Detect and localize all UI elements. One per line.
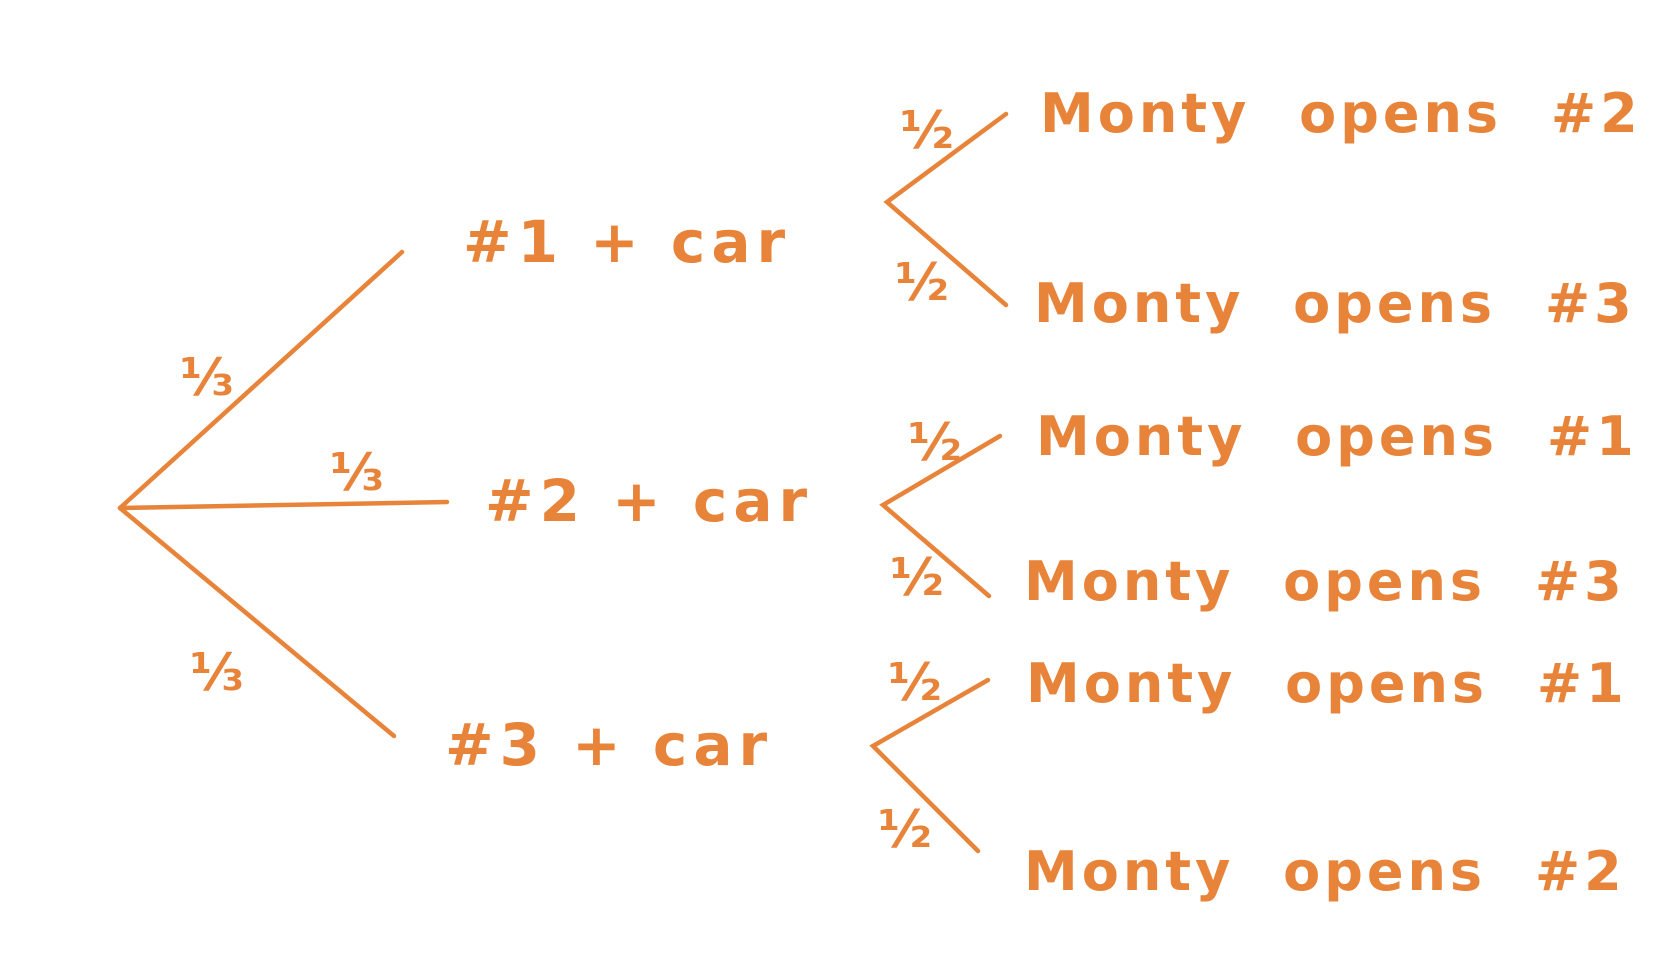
probability-monty-2: ½ bbox=[895, 253, 949, 313]
outcome-label-1: Monty opens #2 bbox=[1040, 82, 1642, 145]
outcome-label-3: Monty opens #1 bbox=[1036, 405, 1638, 468]
first-level-labels: #1 + car #2 + car #3 + car bbox=[445, 208, 813, 779]
second-level-branches bbox=[869, 111, 1009, 854]
probability-tree-diagram: ⅓ ⅓ ⅓ #1 + car #2 + car #3 + car ½ ½ ½ ½… bbox=[117, 82, 1642, 903]
outcome-label-5: Monty opens #1 bbox=[1026, 652, 1628, 715]
node-label-door-3: #3 + car bbox=[445, 711, 773, 779]
second-level-labels: Monty opens #2 Monty opens #3 Monty open… bbox=[1024, 82, 1642, 903]
probability-door-3: ⅓ bbox=[190, 643, 244, 703]
node-label-door-2: #2 + car bbox=[485, 467, 813, 535]
first-level-branches bbox=[117, 249, 450, 739]
probability-monty-4: ½ bbox=[890, 548, 944, 608]
node-label-door-1: #1 + car bbox=[463, 208, 791, 276]
probability-monty-1: ½ bbox=[900, 101, 954, 161]
first-level-probabilities: ⅓ ⅓ ⅓ bbox=[180, 348, 384, 703]
outcome-label-4: Monty opens #3 bbox=[1024, 550, 1626, 613]
branch-root-to-door-3 bbox=[117, 505, 397, 739]
outcome-label-6: Monty opens #2 bbox=[1024, 840, 1626, 903]
probability-monty-3: ½ bbox=[908, 413, 962, 473]
branch-root-to-door-2 bbox=[117, 499, 450, 511]
outcome-label-2: Monty opens #3 bbox=[1034, 272, 1636, 335]
probability-monty-6: ½ bbox=[878, 800, 932, 860]
second-level-probabilities: ½ ½ ½ ½ ½ ½ bbox=[878, 101, 962, 860]
probability-monty-5: ½ bbox=[888, 653, 942, 713]
probability-door-2: ⅓ bbox=[330, 443, 384, 503]
probability-door-1: ⅓ bbox=[180, 348, 234, 408]
